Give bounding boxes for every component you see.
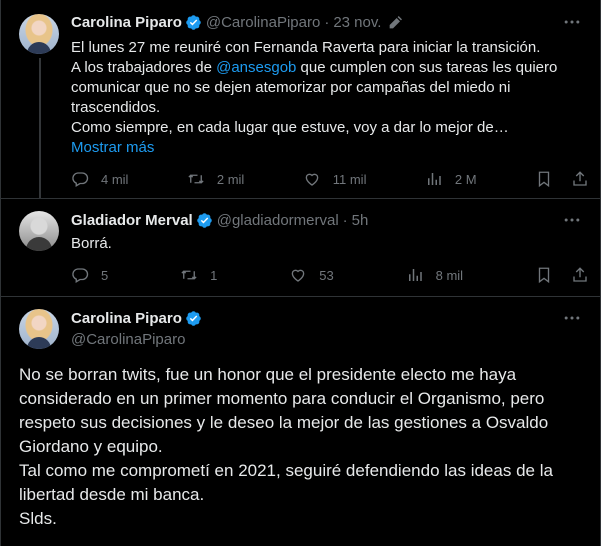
- tweet-text: El lunes 27 me reuniré con Fernanda Rave…: [71, 38, 591, 158]
- tweet-2[interactable]: Gladiador Merval @gladiadormerval · 5h B…: [1, 199, 600, 296]
- tweet-header: Carolina Piparo @CarolinaPiparo · 23 nov…: [71, 14, 403, 31]
- like-count: 53: [319, 267, 334, 283]
- tweet-1[interactable]: Carolina Piparo @CarolinaPiparo · 23 nov…: [1, 0, 600, 198]
- tweet-header: Carolina Piparo: [71, 310, 206, 327]
- text-line: respeto sus decisiones y le deseo la mej…: [19, 413, 549, 432]
- views-icon: [427, 173, 441, 185]
- retweet-count: 2 mil: [216, 171, 245, 187]
- author-name[interactable]: Carolina Piparo: [71, 310, 182, 327]
- views-icon: [408, 269, 422, 281]
- retweet-count: 1: [210, 267, 218, 283]
- text-line: Slds.: [19, 509, 57, 528]
- share-icon[interactable]: [571, 266, 589, 284]
- mention-link[interactable]: @ansesgob: [216, 59, 296, 76]
- like-icon: [291, 269, 305, 282]
- text-line: El lunes 27 me reuniré con Fernanda Rave…: [71, 39, 541, 56]
- more-icon[interactable]: [562, 12, 582, 32]
- author-handle[interactable]: @gladiadormerval: [217, 212, 339, 229]
- tweet-text: No se borran twits, fue un honor que el …: [19, 363, 589, 531]
- retweet-icon: [181, 270, 197, 280]
- tweet-header: Gladiador Merval @gladiadormerval · 5h: [71, 212, 368, 229]
- reply-icon: [72, 172, 89, 187]
- share-icon[interactable]: [571, 170, 589, 188]
- thread-line: [39, 58, 41, 198]
- view-count: 2 M: [454, 171, 477, 187]
- tweet-3-focused[interactable]: Carolina Piparo @CarolinaPiparo No se bo…: [1, 297, 600, 546]
- tweet-actions: 4 mil 2 mil 11 mil 2 M: [71, 169, 589, 189]
- text-line: considerado en un primer momento para co…: [19, 389, 545, 408]
- text-line: libertad desde mi banca.: [19, 485, 205, 504]
- retweet-button[interactable]: 1: [180, 266, 217, 284]
- timeline: Carolina Piparo @CarolinaPiparo · 23 nov…: [0, 0, 601, 546]
- author-handle[interactable]: @CarolinaPiparo: [71, 331, 185, 348]
- tweet-subheader: @CarolinaPiparo: [71, 331, 185, 348]
- verified-badge-icon: [186, 15, 201, 30]
- more-icon[interactable]: [562, 308, 582, 328]
- like-button[interactable]: 53: [289, 266, 334, 284]
- like-icon: [305, 173, 319, 186]
- retweet-button[interactable]: 2 mil: [187, 170, 244, 188]
- like-count: 11 mil: [332, 171, 367, 187]
- more-icon[interactable]: [562, 210, 582, 230]
- text-line: Como siempre, en cada lugar que estuve, …: [71, 119, 509, 136]
- view-count: 8 mil: [435, 267, 464, 283]
- author-handle[interactable]: @CarolinaPiparo: [206, 14, 320, 31]
- separator-dot: ·: [342, 212, 348, 229]
- text-line: No se borran twits, fue un honor que el …: [19, 365, 517, 384]
- reply-icon: [72, 268, 89, 283]
- show-more-link[interactable]: Mostrar más: [71, 138, 591, 158]
- text-line: Giordano y equipo.: [19, 437, 163, 456]
- text-line: comunicar que no se dejen atemorizar por…: [71, 79, 511, 96]
- like-button[interactable]: 11 mil: [303, 170, 367, 188]
- verified-badge-icon: [196, 213, 212, 228]
- separator-dot: ·: [324, 14, 330, 31]
- bookmark-icon[interactable]: [535, 266, 553, 284]
- edit-icon: [390, 15, 403, 28]
- views-button[interactable]: 8 mil: [406, 266, 463, 284]
- text-line: A los trabajadores de @ansesgob que cump…: [71, 58, 591, 78]
- bookmark-icon[interactable]: [535, 170, 553, 188]
- reply-button[interactable]: 4 mil: [71, 170, 128, 188]
- tweet-actions: 5 1 53 8 mil: [71, 265, 589, 285]
- tweet-extra-actions: [535, 170, 589, 188]
- timestamp[interactable]: 23 nov.: [333, 14, 381, 31]
- avatar[interactable]: [19, 14, 59, 54]
- tweet-text: Borrá.: [71, 235, 112, 252]
- reply-button[interactable]: 5: [71, 266, 108, 284]
- text-fragment: que cumplen con sus tareas les quiero: [296, 59, 558, 76]
- author-name[interactable]: Gladiador Merval: [71, 212, 193, 229]
- avatar[interactable]: [19, 211, 59, 251]
- reply-count: 4 mil: [101, 171, 129, 187]
- views-button[interactable]: 2 M: [425, 170, 477, 188]
- avatar[interactable]: [19, 309, 59, 349]
- text-line: Tal como me comprometí en 2021, seguiré …: [19, 461, 553, 480]
- verified-badge-icon: [186, 311, 201, 326]
- tweet-extra-actions: [535, 266, 589, 284]
- author-name[interactable]: Carolina Piparo: [71, 14, 182, 31]
- text-fragment: A los trabajadores de: [71, 59, 217, 76]
- timestamp[interactable]: 5h: [352, 212, 369, 229]
- reply-count: 5: [101, 267, 109, 283]
- retweet-icon: [188, 174, 204, 184]
- text-line: trascendidos.: [71, 99, 161, 116]
